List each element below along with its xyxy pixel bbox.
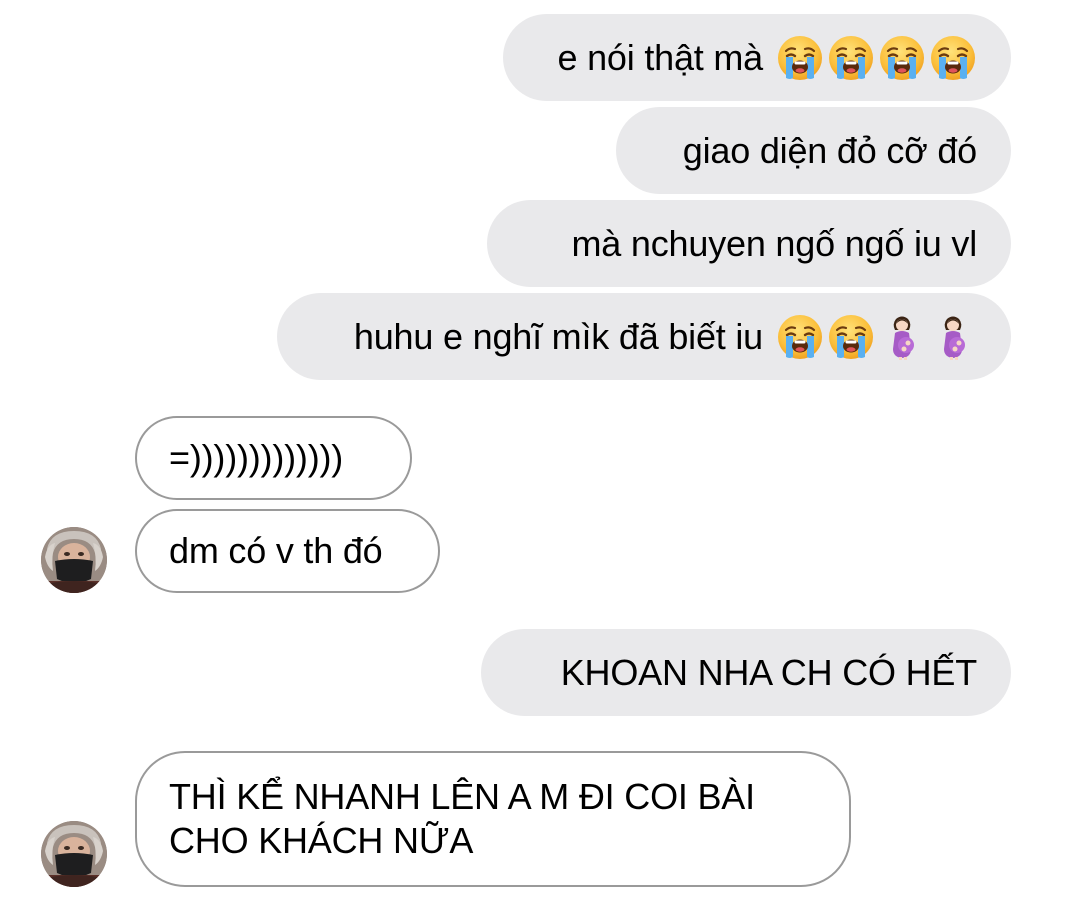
sent-message-4[interactable]: huhu e nghĩ mìk đã biết iu [277,293,1011,380]
emoji-group [773,34,977,82]
sent-message-5[interactable]: KHOAN NHA CH CÓ HẾT [481,629,1011,716]
message-line: CHO KHÁCH NỮA [169,820,474,861]
message-text: dm có v th đó [169,530,383,571]
message-text: THÌ KỂ NHANH LÊN A M ĐI COI BÀI CHO KHÁC… [169,775,755,863]
emoji-group [773,313,977,361]
loudly-crying-face-icon [827,34,875,82]
contact-avatar[interactable] [41,821,107,887]
received-message-2[interactable]: dm có v th đó [135,509,440,593]
loudly-crying-face-icon [878,34,926,82]
sent-message-2[interactable]: giao diện đỏ cỡ đó [616,107,1011,194]
message-text: huhu e nghĩ mìk đã biết iu [353,315,763,357]
loudly-crying-face-icon [776,313,824,361]
avatar-image [41,821,107,887]
message-text: e nói thật mà [557,36,763,78]
avatar-image [41,527,107,593]
pregnant-woman-icon [878,313,926,361]
received-message-3[interactable]: THÌ KỂ NHANH LÊN A M ĐI COI BÀI CHO KHÁC… [135,751,851,887]
received-message-1[interactable]: =))))))))))))) [135,416,412,500]
message-text: mà nchuyen ngố ngố iu vl [571,222,978,264]
message-line: THÌ KỂ NHANH LÊN A M ĐI COI BÀI [169,776,755,817]
message-text: KHOAN NHA CH CÓ HẾT [560,651,977,693]
message-text: =))))))))))))) [169,437,344,478]
message-text: giao diện đỏ cỡ đó [682,129,977,171]
sent-message-3[interactable]: mà nchuyen ngố ngố iu vl [487,200,1011,287]
sent-message-1[interactable]: e nói thật mà [503,14,1011,101]
loudly-crying-face-icon [776,34,824,82]
loudly-crying-face-icon [929,34,977,82]
pregnant-woman-icon [929,313,977,361]
contact-avatar[interactable] [41,527,107,593]
loudly-crying-face-icon [827,313,875,361]
